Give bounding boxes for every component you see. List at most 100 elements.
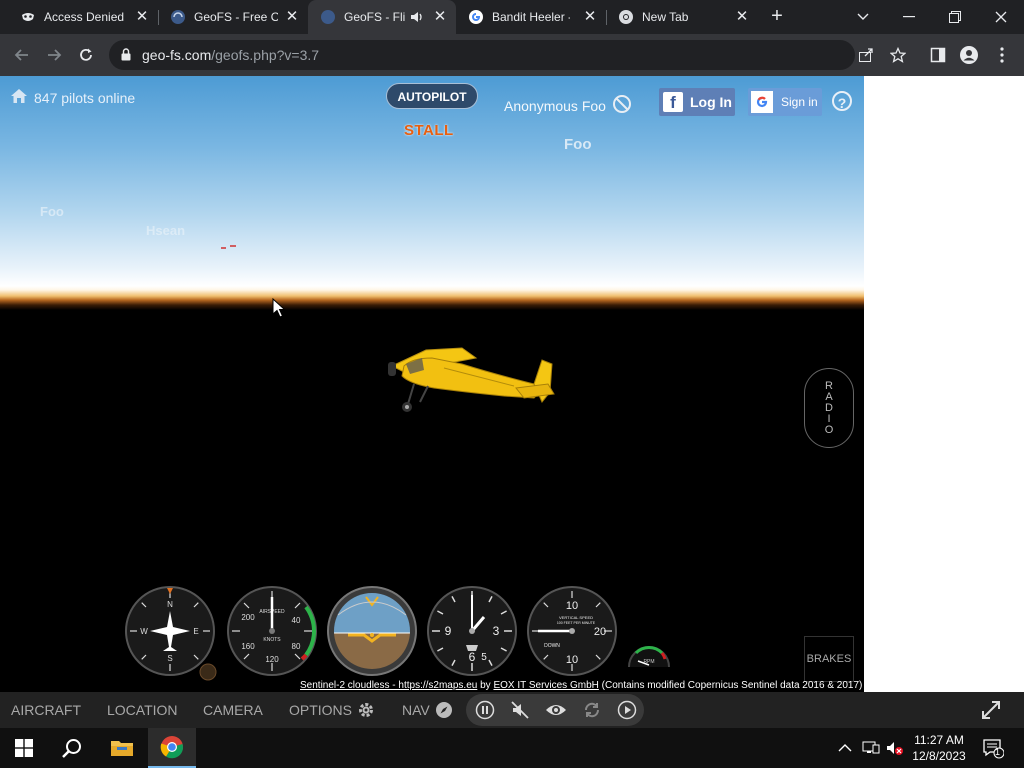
google-g-icon <box>468 9 484 25</box>
url-text: geo-fs.com/geofs.php?v=3.7 <box>142 47 320 63</box>
browser-tab[interactable]: Bandit Heeler - ✕ <box>458 0 606 34</box>
tab-title: GeoFS - Fli <box>344 10 406 24</box>
radio-letter: I <box>827 412 831 425</box>
kebab-menu-icon[interactable] <box>991 44 1013 66</box>
tab-title: New Tab <box>642 10 689 24</box>
flight-sim-viewport[interactable]: 847 pilots online AUTOPILOT STALL Anonym… <box>0 76 864 692</box>
address-bar[interactable]: geo-fs.com/geofs.php?v=3.7 <box>109 40 907 70</box>
attitude-indicator <box>327 586 417 676</box>
search-icon[interactable] <box>48 728 96 768</box>
notification-center-icon[interactable]: 1 <box>982 728 1004 768</box>
close-tab-icon[interactable]: ✕ <box>582 9 598 25</box>
minimize-icon[interactable] <box>886 0 932 34</box>
user-name-label: Anonymous Foo <box>504 97 606 114</box>
brakes-indicator[interactable]: BRAKES <box>804 636 854 682</box>
fullscreen-icon[interactable] <box>980 699 1002 721</box>
autopilot-button[interactable]: AUTOPILOT <box>386 83 478 109</box>
player-airplane <box>388 347 555 412</box>
pilots-online[interactable]: 847 pilots online <box>10 88 135 107</box>
gear-icon <box>359 703 374 717</box>
menu-camera[interactable]: CAMERA <box>203 692 263 728</box>
vertical-speed-indicator: 10 20 10 VERTICAL SPEED 100 FEET PER MIN… <box>527 586 617 676</box>
chrome-icon <box>618 9 634 25</box>
google-signin-button[interactable]: Sign in <box>748 88 822 116</box>
system-clock[interactable]: 11:27 AM 12/8/2023 <box>906 732 972 764</box>
lock-icon[interactable] <box>121 48 131 66</box>
clock-tick: 3 <box>493 624 500 638</box>
tab-title: GeoFS - Free O <box>194 10 278 24</box>
reset-icon[interactable] <box>581 699 603 721</box>
pilots-online-text: 847 pilots online <box>34 89 136 106</box>
airspeed-tick: 200 <box>241 613 255 622</box>
heading-tick: W <box>140 627 148 636</box>
play-icon[interactable] <box>616 699 638 721</box>
chrome-taskbar-icon[interactable] <box>148 728 196 768</box>
eye-icon[interactable] <box>545 699 567 721</box>
mute-icon[interactable] <box>509 699 531 721</box>
speaker-icon[interactable] <box>410 10 424 27</box>
menu-location[interactable]: LOCATION <box>107 692 178 728</box>
menu-options-label: OPTIONS <box>289 702 353 718</box>
stall-warning: STALL <box>404 122 454 139</box>
tab-search-chevron-icon[interactable] <box>840 0 886 34</box>
close-tab-icon[interactable]: ✕ <box>432 9 448 25</box>
vsi-title: VERTICAL SPEED <box>559 615 593 620</box>
close-tab-icon[interactable]: ✕ <box>734 9 750 25</box>
bookmark-star-icon[interactable] <box>887 44 909 66</box>
file-explorer-icon[interactable] <box>98 728 146 768</box>
browser-toolbar: geo-fs.com/geofs.php?v=3.7 <box>0 34 1024 76</box>
vsi-subtitle: 100 FEET PER MINUTE <box>557 621 596 625</box>
profile-avatar-icon[interactable] <box>958 44 980 66</box>
facebook-icon: f <box>663 92 683 112</box>
browser-tab[interactable]: New Tab ✕ <box>606 0 758 34</box>
airspeed-unit: KNOTS <box>263 637 281 643</box>
show-hidden-icons-icon[interactable] <box>838 728 852 768</box>
radio-button[interactable]: R A D I O <box>804 368 854 448</box>
heading-tick: N <box>167 600 173 609</box>
menu-options[interactable]: OPTIONS <box>289 692 375 728</box>
side-panel-icon[interactable] <box>927 44 949 66</box>
radio-letter: D <box>825 401 833 414</box>
vsi-tick: 10 <box>566 654 578 666</box>
share-icon[interactable] <box>855 44 877 66</box>
menu-aircraft[interactable]: AIRCRAFT <box>11 692 81 728</box>
facebook-login-label: Log In <box>690 94 732 110</box>
forward-arrow-icon[interactable] <box>42 43 66 67</box>
pause-icon[interactable] <box>474 699 496 721</box>
network-icon[interactable] <box>862 728 880 768</box>
trim-knob-icon[interactable] <box>198 662 218 682</box>
volume-muted-icon[interactable] <box>886 728 904 768</box>
rpm-gauge: RPM <box>628 646 670 668</box>
eox-link[interactable]: EOX IT Services GmbH <box>493 680 598 691</box>
help-icon[interactable]: ? <box>832 91 852 111</box>
browser-tab[interactable]: Access Denied ✕ <box>0 0 158 34</box>
distant-aircraft-marker <box>221 245 236 249</box>
vsi-tick: 10 <box>566 600 578 612</box>
clock-date: 12/8/2023 <box>912 749 966 763</box>
vsi-down-label: DOWN <box>544 643 560 649</box>
credit-note: (Contains modified Copernicus Sentinel d… <box>601 680 863 691</box>
close-tab-icon[interactable]: ✕ <box>284 9 300 25</box>
tab-title: Bandit Heeler - <box>492 10 570 24</box>
compass-icon <box>435 702 452 718</box>
home-icon[interactable] <box>10 88 28 107</box>
browser-tab[interactable]: GeoFS - Free O ✕ <box>158 0 308 34</box>
player-nametag: Hsean <box>146 223 186 238</box>
clock-tick: 5 <box>481 652 487 663</box>
close-tab-icon[interactable]: ✕ <box>134 9 150 25</box>
no-connection-icon[interactable] <box>612 94 632 117</box>
user-name[interactable]: Anonymous Foo <box>504 94 632 117</box>
reload-icon[interactable] <box>74 43 98 67</box>
notification-count: 1 <box>995 747 1001 757</box>
facebook-login-button[interactable]: f Log In <box>659 88 735 116</box>
windows-start-icon[interactable] <box>0 728 48 768</box>
new-tab-icon[interactable]: + <box>766 6 788 28</box>
menu-nav[interactable]: NAV <box>402 692 453 728</box>
geofs-bottom-menu: AIRCRAFT LOCATION CAMERA OPTIONS NAV <box>0 692 1024 728</box>
back-arrow-icon[interactable] <box>10 43 34 67</box>
restore-icon[interactable] <box>932 0 978 34</box>
close-window-icon[interactable] <box>978 0 1024 34</box>
browser-tab-active[interactable]: GeoFS - Fli ✕ <box>308 0 456 34</box>
credit-by: by <box>480 680 491 691</box>
sentinel-link[interactable]: Sentinel-2 cloudless - https://s2maps.eu <box>300 680 477 691</box>
